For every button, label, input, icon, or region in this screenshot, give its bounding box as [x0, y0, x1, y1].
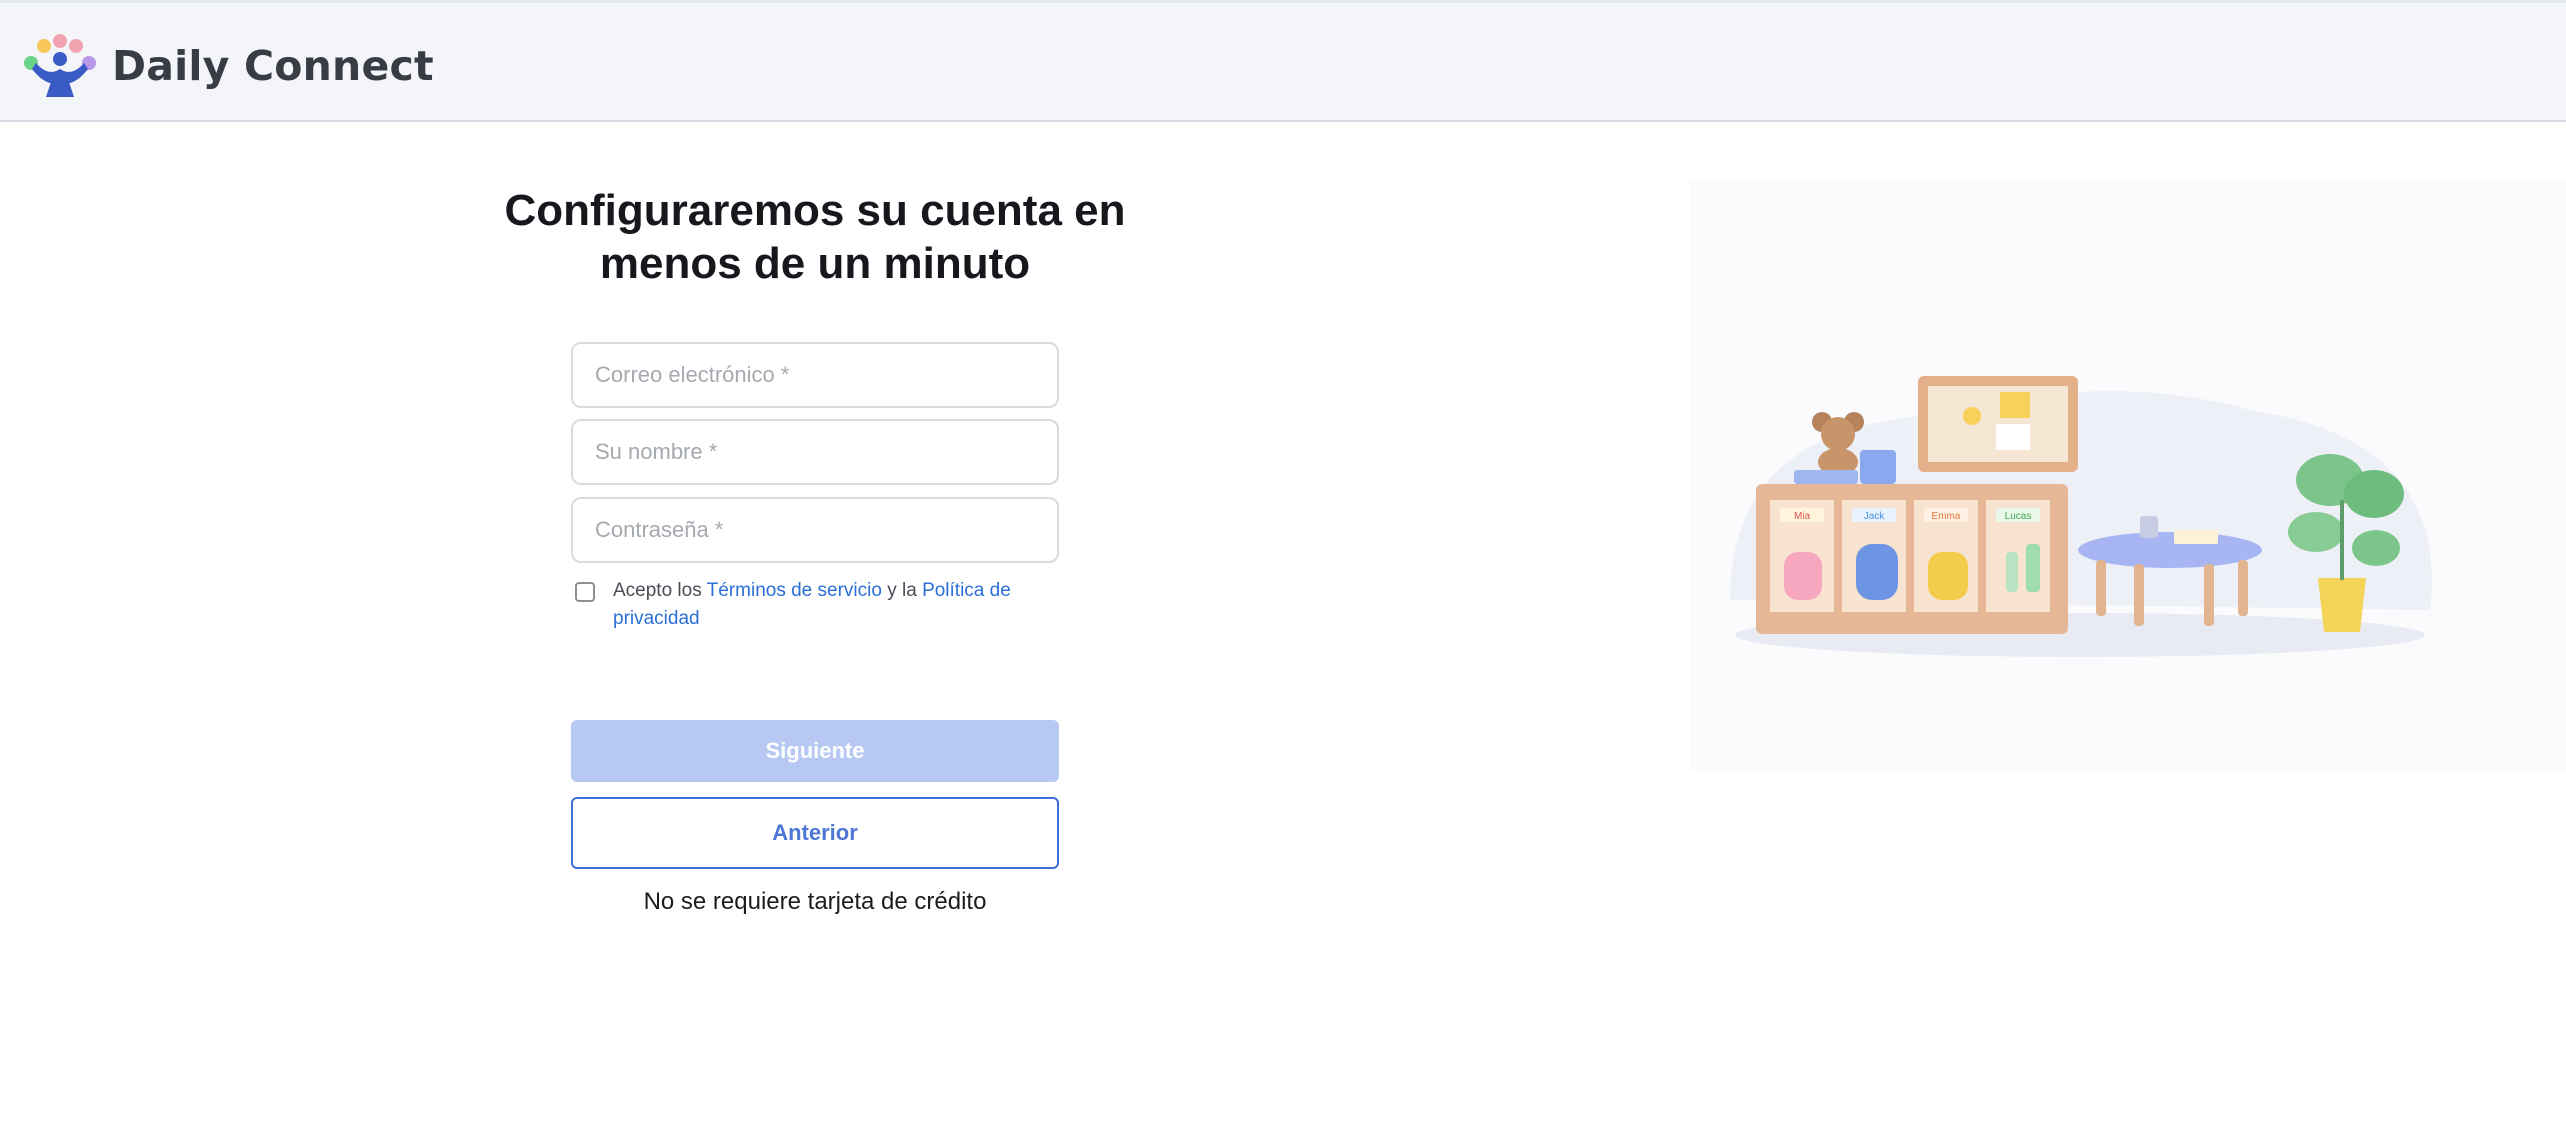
daily-connect-logo-icon	[24, 34, 96, 97]
next-button[interactable]: Siguiente	[571, 720, 1059, 782]
cubby-shelf-icon: Mia Jack Emma Lucas	[1756, 484, 2068, 634]
terms-prefix: Acepto los	[613, 580, 707, 601]
top-header: Daily Connect	[0, 0, 2566, 122]
cubby-label-jack: Jack	[1864, 511, 1886, 522]
yellow-backpack-icon	[1928, 552, 1968, 600]
page-title-line-1: Configuraremos su cuenta en	[504, 186, 1126, 235]
password-field[interactable]	[571, 497, 1059, 563]
brand-name: Daily Connect	[112, 42, 434, 90]
terms-checkbox[interactable]	[575, 582, 595, 602]
previous-button[interactable]: Anterior	[571, 797, 1059, 869]
page-title: Configuraremos su cuenta en menos de un …	[440, 184, 1190, 290]
cubby-label-mia: Mia	[1794, 511, 1811, 522]
email-field[interactable]	[571, 342, 1059, 408]
terms-agreement: Acepto los Términos de servicio y la Pol…	[575, 577, 1055, 633]
bottle-icon	[2006, 552, 2018, 592]
page-title-line-2: menos de un minuto	[599, 239, 1031, 288]
blue-backpack-icon	[1856, 544, 1898, 600]
cubby-label-lucas: Lucas	[2005, 511, 2032, 522]
brand-logo[interactable]: Daily Connect	[22, 33, 434, 99]
name-field[interactable]	[571, 419, 1059, 485]
terms-middle: y la	[881, 580, 923, 601]
terms-text: Acepto los Términos de servicio y la Pol…	[613, 577, 1055, 633]
pink-backpack-icon	[1784, 552, 1822, 600]
bottle-icon	[2026, 544, 2040, 592]
terms-of-service-link[interactable]: Términos de servicio	[707, 580, 882, 601]
classroom-illustration: Mia Jack Emma Lucas	[1690, 180, 2566, 770]
cork-board-icon	[1918, 376, 2078, 472]
no-credit-card-note: No se requiere tarjeta de crédito	[643, 888, 987, 915]
cubby-label-emma: Emma	[1932, 511, 1961, 522]
